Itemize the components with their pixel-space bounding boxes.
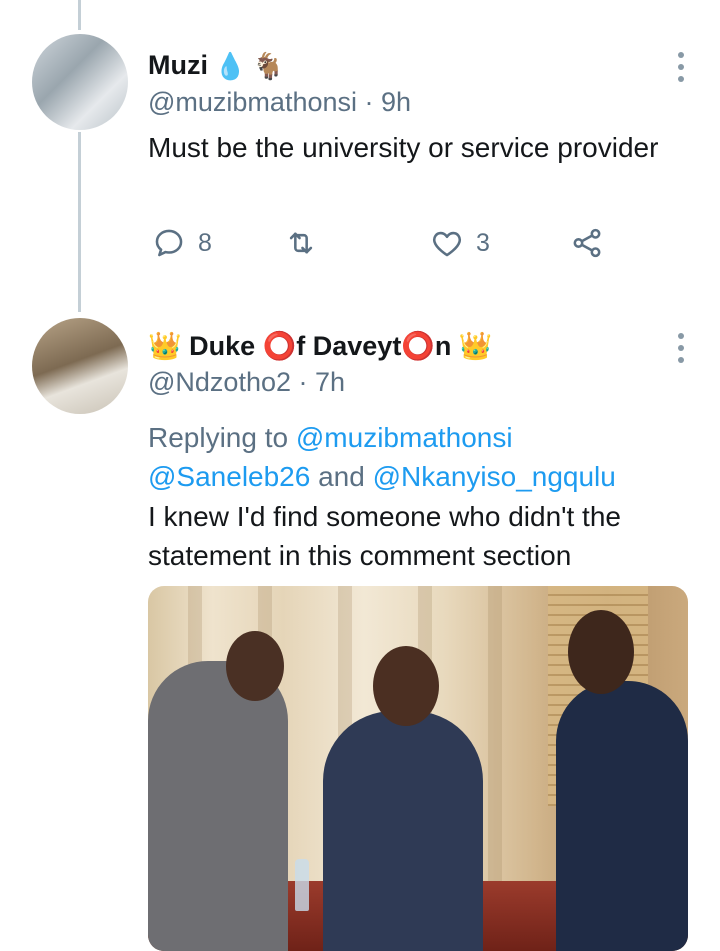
replying-prefix: Replying to [148,422,296,453]
action-bar: 8 3 [148,226,618,266]
handle-timestamp[interactable]: @muzibmathonsi · 9h [148,87,411,118]
like-count: 3 [476,228,490,257]
avatar[interactable] [32,34,128,130]
mention-link[interactable]: @Nkanyiso_ngqulu [373,461,616,492]
more-options-icon[interactable] [676,333,686,363]
handle-timestamp[interactable]: @Ndzotho2 · 7h [148,367,345,398]
display-name[interactable]: 👑 Duke ⭕f Daveyt⭕n 👑 [148,330,493,362]
reply-count: 8 [198,228,212,257]
tweet-duke[interactable]: 👑 Duke ⭕f Daveyt⭕n 👑 @Ndzotho2 · 7h Repl… [0,300,720,951]
droplet-emoji: 💧 [214,50,247,81]
tweet-text: I knew I'd find someone who didn't the s… [148,501,621,571]
tweet-text: Must be the university or service provid… [148,132,659,163]
author-row: 👑 Duke ⭕f Daveyt⭕n 👑 [148,330,493,362]
mention-link[interactable]: @Saneleb26 [148,461,310,492]
replying-and: and [310,461,373,492]
goat-emoji: 🐐 [252,50,285,81]
share-icon [573,228,601,258]
tweet-muzi[interactable]: Muzi 💧 🐐 @muzibmathonsi · 9h Must be the… [0,0,720,300]
more-options-icon[interactable] [676,52,686,82]
reply-button[interactable]: 8 [152,226,212,260]
retweet-icon [289,232,313,254]
like-button[interactable]: 3 [430,226,490,260]
thread-line-reply [78,132,81,312]
display-name[interactable]: Muzi [148,50,208,81]
mention-link[interactable]: @muzibmathonsi [296,422,513,453]
like-icon [432,231,462,257]
replying-to: Replying to @muzibmathonsi @Saneleb26 an… [148,418,688,496]
tweet-photo[interactable] [148,586,688,951]
share-button[interactable] [570,226,604,260]
avatar[interactable] [32,318,128,414]
retweet-button[interactable] [284,226,330,260]
reply-icon [155,229,183,257]
author-row: Muzi 💧 🐐 [148,50,285,81]
